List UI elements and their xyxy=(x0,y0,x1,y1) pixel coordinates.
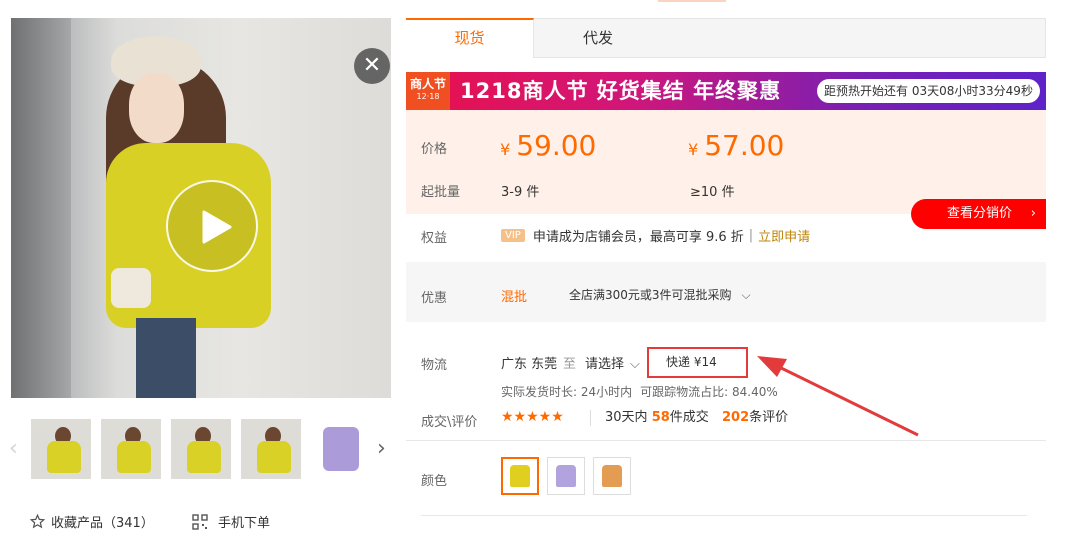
promo-banner[interactable]: 商人节 12·18 1218商人节 好货集结 年终聚惠 距预热开始还有 03天0… xyxy=(406,72,1046,110)
discount-label: 优惠 xyxy=(421,291,448,306)
rating-stars: ★★★★★ xyxy=(501,409,564,425)
currency-symbol: ¥ xyxy=(688,140,699,159)
qty-tier-2: ≥10 件 xyxy=(690,185,735,200)
thumbnail-prev-icon[interactable]: ‹ xyxy=(9,435,18,463)
shipping-stats: 实际发货时长: 24小时内 可跟踪物流占比: 84.40% xyxy=(501,383,778,400)
reviews-link[interactable]: 202条评价 xyxy=(722,410,788,426)
play-video-button[interactable] xyxy=(166,180,258,272)
price-label: 价格 xyxy=(421,142,448,157)
festival-logo-text: 商人节 xyxy=(409,77,446,91)
thumbnail-item[interactable] xyxy=(171,419,231,479)
ship-from-location: 广东 东莞 xyxy=(501,357,558,372)
thumbnail-item[interactable] xyxy=(31,419,91,479)
rights-separator: | xyxy=(748,228,754,243)
moq-label: 起批量 xyxy=(421,185,461,200)
chevron-down-icon: ⌵ xyxy=(741,288,751,302)
tab-dropship[interactable]: 代发 xyxy=(534,18,662,58)
price-tier-2: ¥57.00 xyxy=(688,130,784,166)
sweater-icon xyxy=(602,465,622,487)
distribution-button-label: 查看分销价 xyxy=(947,206,1013,221)
vip-badge: VIP xyxy=(501,229,525,242)
section-divider xyxy=(406,440,1046,441)
deals-prefix: 30天内 xyxy=(605,410,648,425)
destination-placeholder: 请选择 xyxy=(585,357,625,372)
favorite-label: 收藏产品（341） xyxy=(51,516,154,531)
destination-select[interactable]: 请选择 ⌵ xyxy=(585,353,640,372)
deals-count: 30天内 58件成交 xyxy=(590,410,709,426)
logistics-label: 物流 xyxy=(421,358,448,373)
sweater-icon xyxy=(510,465,530,487)
rights-label: 权益 xyxy=(421,231,448,246)
deals-suffix: 件成交 xyxy=(669,410,709,425)
star-outline-icon xyxy=(30,514,45,529)
color-label: 颜色 xyxy=(421,474,448,489)
mobile-order-button[interactable]: 手机下单 xyxy=(192,512,270,531)
play-icon xyxy=(202,210,232,244)
deals-reviews-label: 成交\评价 xyxy=(421,415,478,430)
reviews-number: 202 xyxy=(722,410,750,425)
deals-number: 58 xyxy=(651,410,670,425)
thumbnail-item[interactable] xyxy=(101,419,161,479)
color-option-yellow[interactable] xyxy=(501,457,539,495)
apply-membership-link[interactable]: 立即申请 xyxy=(758,226,810,245)
thumbnail-strip: ‹ › xyxy=(9,419,396,479)
close-video-button[interactable]: ✕ xyxy=(354,48,390,84)
chevron-right-icon: › xyxy=(1030,206,1036,221)
membership-text: 申请成为店铺会员，最高可享 9.6 折 xyxy=(532,230,744,245)
mobile-order-label: 手机下单 xyxy=(218,516,271,531)
promo-text: 全店满300元或3件可混批采购 xyxy=(569,288,732,302)
countdown-timer: 距预热开始还有 03天08小时33分49秒 xyxy=(817,79,1040,103)
thumbnail-next-icon[interactable]: › xyxy=(377,435,386,463)
price-value: 59.00 xyxy=(516,129,597,162)
close-icon: ✕ xyxy=(362,53,382,78)
top-accent-bar xyxy=(658,0,726,2)
color-option-purple[interactable] xyxy=(547,457,585,495)
qty-tier-1: 3-9 件 xyxy=(501,185,540,200)
festival-logo: 商人节 12·18 xyxy=(406,72,450,110)
thumbnail-item[interactable] xyxy=(241,419,301,479)
qr-code-icon xyxy=(192,513,208,530)
chevron-down-icon: ⌵ xyxy=(630,357,640,372)
section-divider xyxy=(421,515,1027,516)
photo-model-face xyxy=(129,73,184,143)
tab-spot-stock[interactable]: 现货 xyxy=(406,18,534,58)
membership-rights: VIP 申请成为店铺会员，最高可享 9.6 折 | 立即申请 xyxy=(501,226,810,245)
banner-title: 1218商人节 好货集结 年终聚惠 xyxy=(460,79,782,103)
view-distribution-price-button[interactable]: 查看分销价 › xyxy=(911,199,1046,229)
color-option-orange[interactable] xyxy=(593,457,631,495)
promo-dropdown[interactable]: 全店满300元或3件可混批采购 ⌵ xyxy=(569,286,751,303)
photo-wall xyxy=(11,18,71,398)
reviews-suffix: 条评价 xyxy=(749,410,789,425)
price-value: 57.00 xyxy=(704,129,785,162)
express-fee: 快递 ¥14 xyxy=(647,347,748,378)
purchase-tabs: 现货 代发 xyxy=(406,18,1046,58)
price-tier-1: ¥59.00 xyxy=(500,130,596,166)
festival-logo-date: 12·18 xyxy=(416,92,440,101)
main-product-video[interactable]: ✕ xyxy=(11,18,391,398)
favorite-product-button[interactable]: 收藏产品（341） xyxy=(30,512,154,531)
mixed-batch-tag: 混批 xyxy=(501,290,528,305)
annotation-arrow xyxy=(757,356,919,437)
ship-to-word: 至 xyxy=(563,357,577,372)
photo-jeans xyxy=(136,318,196,398)
ship-time: 实际发货时长: 24小时内 xyxy=(501,385,633,399)
currency-symbol: ¥ xyxy=(500,140,511,159)
sweater-icon xyxy=(556,465,576,487)
photo-bag xyxy=(111,268,151,308)
thumbnail-item[interactable] xyxy=(311,419,371,479)
